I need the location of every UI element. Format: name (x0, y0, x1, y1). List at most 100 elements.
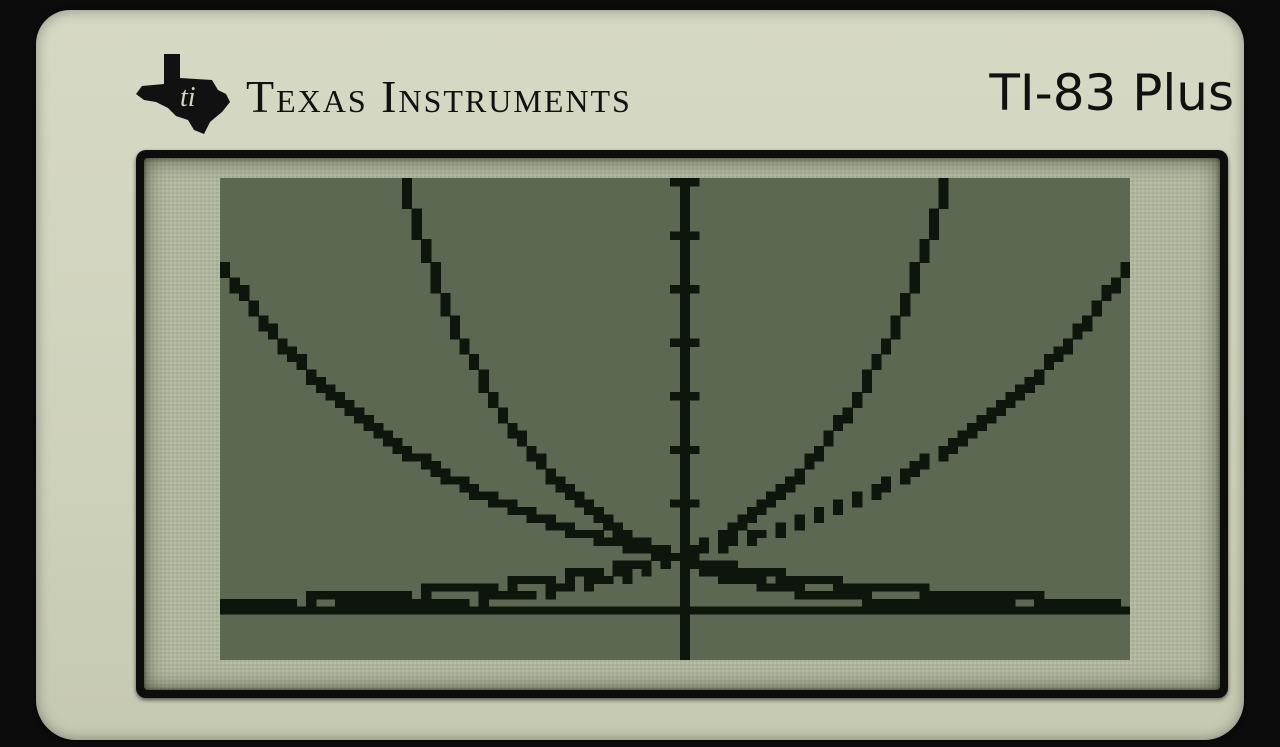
curve-pixel (421, 246, 432, 256)
curve-pixel (708, 560, 719, 569)
curve-pixel (833, 506, 844, 516)
curve-pixel (861, 376, 872, 386)
curve-pixel (440, 308, 451, 317)
curve-pixel (612, 522, 623, 531)
curve-pixel (488, 491, 499, 500)
x-axis-pixel (421, 606, 432, 615)
curve-pixel (698, 537, 710, 546)
curve-pixel (698, 560, 710, 569)
x-axis-pixel (689, 606, 700, 615)
x-axis-pixel (852, 606, 863, 615)
curve-pixel (986, 415, 997, 424)
curve-pixel (775, 522, 786, 531)
curve-pixel (785, 484, 796, 493)
curve-pixel (1005, 598, 1016, 608)
y-axis-pixel (679, 384, 690, 393)
curve-pixel (306, 606, 317, 615)
curve-pixel (516, 591, 528, 600)
curve-pixel (957, 591, 968, 600)
curve-pixel (1110, 598, 1122, 608)
x-axis-pixel (574, 606, 585, 615)
x-axis-pixel (861, 606, 872, 615)
x-axis-pixel (382, 606, 394, 615)
curve-pixel (248, 598, 259, 608)
y-axis-pixel (679, 514, 690, 523)
curve-pixel (957, 598, 968, 608)
curve-pixel (402, 591, 413, 600)
curve-pixel (919, 246, 930, 256)
curve-pixel (1005, 399, 1016, 409)
curve-pixel (689, 560, 700, 569)
y-axis-pixel (679, 346, 690, 355)
curve-pixel (612, 568, 623, 577)
curve-pixel (334, 606, 346, 615)
curve-pixel (718, 537, 729, 546)
curve-pixel (488, 392, 499, 401)
y-axis-pixel (679, 185, 690, 194)
curve-pixel (363, 415, 374, 424)
curve-pixel (871, 361, 882, 370)
x-axis-pixel (1120, 606, 1130, 615)
curve-pixel (1101, 606, 1112, 615)
curve-pixel (344, 407, 355, 416)
curve-pixel (794, 575, 805, 585)
curve-pixel (516, 506, 528, 516)
curve-pixel (392, 438, 403, 447)
curve-pixel (440, 476, 451, 485)
curve-pixel (526, 575, 537, 585)
curve-pixel (900, 292, 911, 302)
curve-pixel (545, 583, 556, 592)
curve-pixel (727, 537, 738, 546)
y-axis-pixel (679, 422, 690, 432)
curve-pixel (928, 216, 940, 225)
curve-pixel (631, 537, 643, 546)
x-axis-pixel (603, 606, 614, 615)
curve-pixel (373, 430, 384, 439)
curve-pixel (622, 545, 633, 554)
curve-pixel (478, 369, 489, 378)
curve-pixel (861, 583, 872, 592)
curve-pixel (488, 499, 499, 508)
curve-pixel (641, 537, 652, 546)
x-axis-pixel (469, 606, 480, 615)
curve-pixel (871, 491, 882, 500)
curve-pixel (363, 598, 374, 608)
curve-pixel (315, 606, 326, 615)
curve-pixel (833, 591, 844, 600)
curve-pixel (497, 591, 508, 600)
curve-pixel (775, 484, 786, 493)
curve-pixel (1034, 598, 1045, 608)
x-axis-pixel (718, 606, 729, 615)
curve-pixel (919, 453, 930, 462)
curve-pixel (220, 269, 231, 279)
x-axis-pixel (986, 606, 997, 615)
curve-pixel (1062, 338, 1074, 347)
curve-pixel (402, 598, 413, 608)
curve-pixel (469, 484, 480, 493)
curve-pixel (938, 178, 949, 187)
x-axis-pixel (670, 606, 681, 615)
curve-pixel (727, 568, 738, 577)
curve-pixel (574, 568, 585, 577)
curve-pixel (402, 185, 413, 194)
curve-pixel (995, 399, 1007, 409)
lcd-frame (136, 150, 1228, 698)
y-axis-pixel (679, 537, 690, 546)
curve-pixel (928, 208, 940, 217)
curve-pixel (545, 476, 556, 485)
curve-pixel (584, 506, 595, 516)
curve-pixel (1053, 598, 1064, 608)
curve-pixel (957, 438, 968, 447)
curve-pixel (229, 277, 240, 286)
x-axis-pixel (373, 606, 384, 615)
curve-pixel (880, 484, 892, 493)
curve-pixel (497, 407, 508, 416)
curve-pixel (976, 598, 987, 608)
curve-pixel (756, 529, 767, 539)
curve-pixel (986, 591, 997, 600)
y-axis-tick (689, 499, 700, 508)
curve-pixel (526, 445, 537, 455)
curve-pixel (660, 545, 671, 554)
x-axis-pixel (402, 606, 413, 615)
curve-pixel (813, 575, 825, 585)
